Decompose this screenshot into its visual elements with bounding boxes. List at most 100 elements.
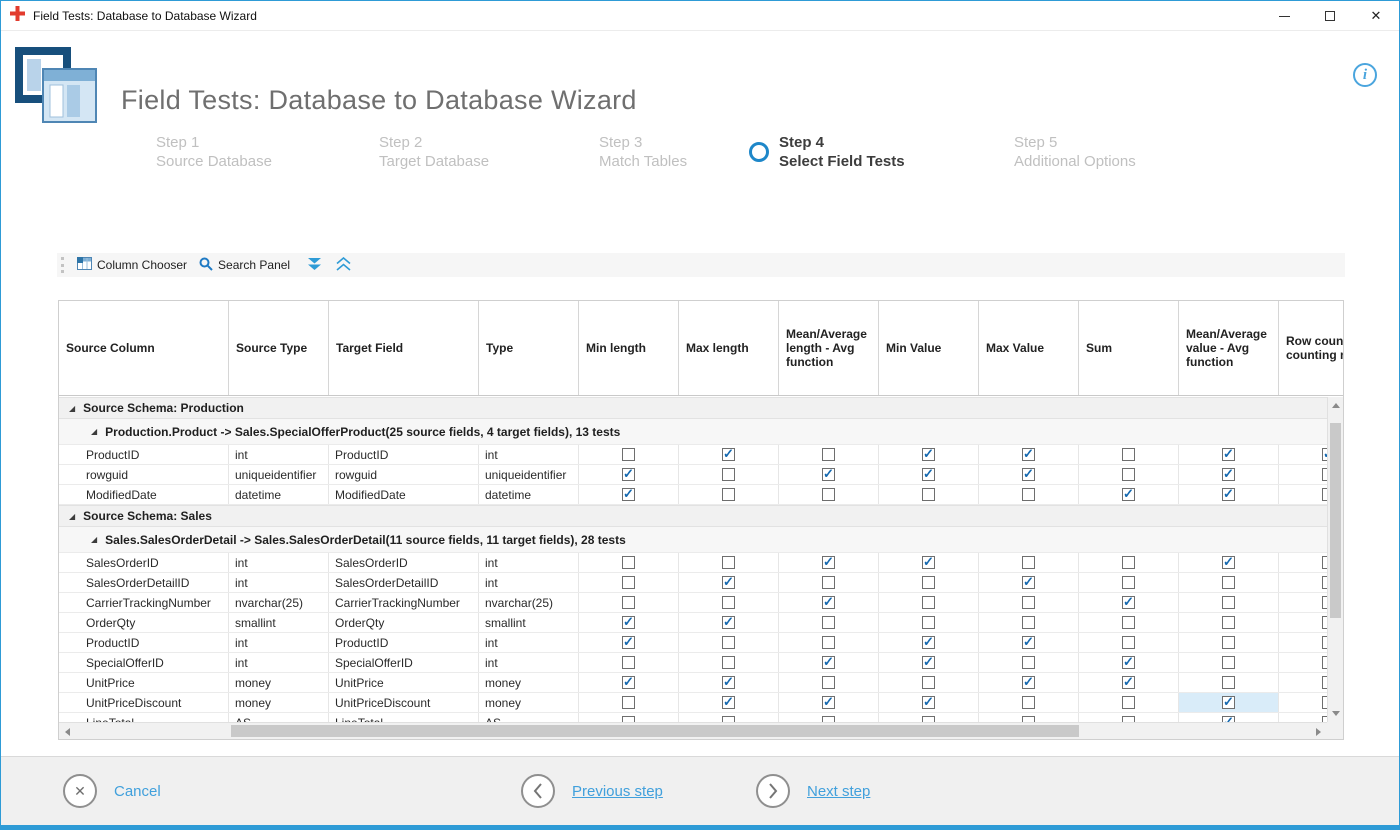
- test-cell[interactable]: [679, 693, 779, 712]
- test-cell[interactable]: [579, 465, 679, 484]
- test-cell[interactable]: [1079, 593, 1179, 612]
- checkbox-checked[interactable]: [822, 696, 835, 709]
- test-cell[interactable]: [1079, 445, 1179, 464]
- checkbox-checked[interactable]: [1222, 556, 1235, 569]
- checkbox-checked[interactable]: [1222, 488, 1235, 501]
- horizontal-scrollbar[interactable]: [59, 722, 1343, 739]
- info-icon[interactable]: i: [1353, 63, 1377, 87]
- field-test-row[interactable]: UnitPriceDiscountmoneyUnitPriceDiscountm…: [59, 693, 1343, 713]
- column-header[interactable]: Source Type: [229, 301, 329, 395]
- field-test-row[interactable]: SpecialOfferIDintSpecialOfferIDint: [59, 653, 1343, 673]
- test-cell[interactable]: [1179, 633, 1279, 652]
- test-cell[interactable]: [879, 613, 979, 632]
- test-cell[interactable]: [879, 693, 979, 712]
- test-cell[interactable]: [1179, 573, 1279, 592]
- test-cell[interactable]: [979, 573, 1079, 592]
- field-test-row[interactable]: UnitPricemoneyUnitPricemoney: [59, 673, 1343, 693]
- test-cell[interactable]: [679, 553, 779, 572]
- checkbox-unchecked[interactable]: [822, 488, 835, 501]
- checkbox-unchecked[interactable]: [622, 448, 635, 461]
- checkbox-unchecked[interactable]: [922, 676, 935, 689]
- column-header[interactable]: Max length: [679, 301, 779, 395]
- test-cell[interactable]: [779, 713, 879, 722]
- checkbox-checked[interactable]: [722, 696, 735, 709]
- test-cell[interactable]: [679, 593, 779, 612]
- checkbox-checked[interactable]: [722, 616, 735, 629]
- test-cell[interactable]: [1079, 633, 1179, 652]
- checkbox-checked[interactable]: [1122, 596, 1135, 609]
- test-cell[interactable]: [1179, 593, 1279, 612]
- column-header[interactable]: Row count not counting null: [1279, 301, 1343, 395]
- column-header[interactable]: Mean/Average length - Avg function: [779, 301, 879, 395]
- column-header[interactable]: Mean/Average value - Avg function: [1179, 301, 1279, 395]
- checkbox-unchecked[interactable]: [922, 576, 935, 589]
- checkbox-unchecked[interactable]: [1122, 636, 1135, 649]
- test-cell[interactable]: [679, 633, 779, 652]
- test-cell[interactable]: [979, 653, 1079, 672]
- checkbox-checked[interactable]: [1022, 448, 1035, 461]
- checkbox-unchecked[interactable]: [1022, 556, 1035, 569]
- test-cell[interactable]: [1079, 573, 1179, 592]
- cancel-button[interactable]: ✕ Cancel: [63, 774, 161, 808]
- column-header[interactable]: Sum: [1079, 301, 1179, 395]
- test-cell[interactable]: [979, 693, 1079, 712]
- test-cell[interactable]: [679, 485, 779, 504]
- schema-group-row[interactable]: ◢Source Schema: Sales: [59, 505, 1343, 527]
- checkbox-checked[interactable]: [922, 656, 935, 669]
- checkbox-unchecked[interactable]: [822, 576, 835, 589]
- test-cell[interactable]: [679, 445, 779, 464]
- checkbox-checked[interactable]: [1122, 676, 1135, 689]
- test-cell[interactable]: [579, 573, 679, 592]
- checkbox-unchecked[interactable]: [1022, 488, 1035, 501]
- checkbox-unchecked[interactable]: [1122, 468, 1135, 481]
- checkbox-checked[interactable]: [922, 636, 935, 649]
- test-cell[interactable]: [979, 465, 1079, 484]
- test-cell[interactable]: [1179, 713, 1279, 722]
- test-cell[interactable]: [1179, 613, 1279, 632]
- test-cell[interactable]: [979, 485, 1079, 504]
- checkbox-checked[interactable]: [922, 468, 935, 481]
- column-chooser-button[interactable]: Column Chooser: [71, 253, 193, 277]
- test-cell[interactable]: [579, 485, 679, 504]
- test-cell[interactable]: [579, 713, 679, 722]
- checkbox-unchecked[interactable]: [922, 616, 935, 629]
- test-cell[interactable]: [1179, 485, 1279, 504]
- scroll-left-arrow[interactable]: [59, 723, 76, 740]
- test-cell[interactable]: [779, 673, 879, 692]
- checkbox-unchecked[interactable]: [822, 676, 835, 689]
- checkbox-unchecked[interactable]: [1222, 616, 1235, 629]
- checkbox-unchecked[interactable]: [722, 556, 735, 569]
- column-header[interactable]: Source Column: [59, 301, 229, 395]
- next-step-button[interactable]: Next step: [756, 774, 870, 808]
- table-group-row[interactable]: ◢Sales.SalesOrderDetail -> Sales.SalesOr…: [59, 527, 1343, 553]
- minimize-button[interactable]: [1261, 1, 1307, 31]
- checkbox-checked[interactable]: [622, 676, 635, 689]
- test-cell[interactable]: [779, 653, 879, 672]
- scroll-right-arrow[interactable]: [1310, 723, 1327, 740]
- collapse-all-button[interactable]: [300, 253, 329, 277]
- test-cell[interactable]: [779, 553, 879, 572]
- checkbox-unchecked[interactable]: [1022, 616, 1035, 629]
- scroll-down-arrow[interactable]: [1328, 705, 1344, 722]
- test-cell[interactable]: [1179, 445, 1279, 464]
- field-test-row[interactable]: SalesOrderDetailIDintSalesOrderDetailIDi…: [59, 573, 1343, 593]
- maximize-button[interactable]: [1307, 1, 1353, 31]
- checkbox-unchecked[interactable]: [822, 616, 835, 629]
- checkbox-unchecked[interactable]: [922, 596, 935, 609]
- checkbox-checked[interactable]: [622, 616, 635, 629]
- test-cell[interactable]: [979, 593, 1079, 612]
- test-cell[interactable]: [1079, 613, 1179, 632]
- checkbox-unchecked[interactable]: [622, 576, 635, 589]
- checkbox-unchecked[interactable]: [1222, 576, 1235, 589]
- test-cell[interactable]: [1179, 553, 1279, 572]
- collapse-group-icon[interactable]: ◢: [91, 427, 97, 436]
- test-cell[interactable]: [879, 445, 979, 464]
- column-header[interactable]: Target Field: [329, 301, 479, 395]
- checkbox-unchecked[interactable]: [1122, 696, 1135, 709]
- test-cell[interactable]: [779, 465, 879, 484]
- field-test-row[interactable]: OrderQtysmallintOrderQtysmallint: [59, 613, 1343, 633]
- collapse-group-icon[interactable]: ◢: [91, 535, 97, 544]
- checkbox-checked[interactable]: [822, 556, 835, 569]
- test-cell[interactable]: [1179, 653, 1279, 672]
- checkbox-checked[interactable]: [1222, 448, 1235, 461]
